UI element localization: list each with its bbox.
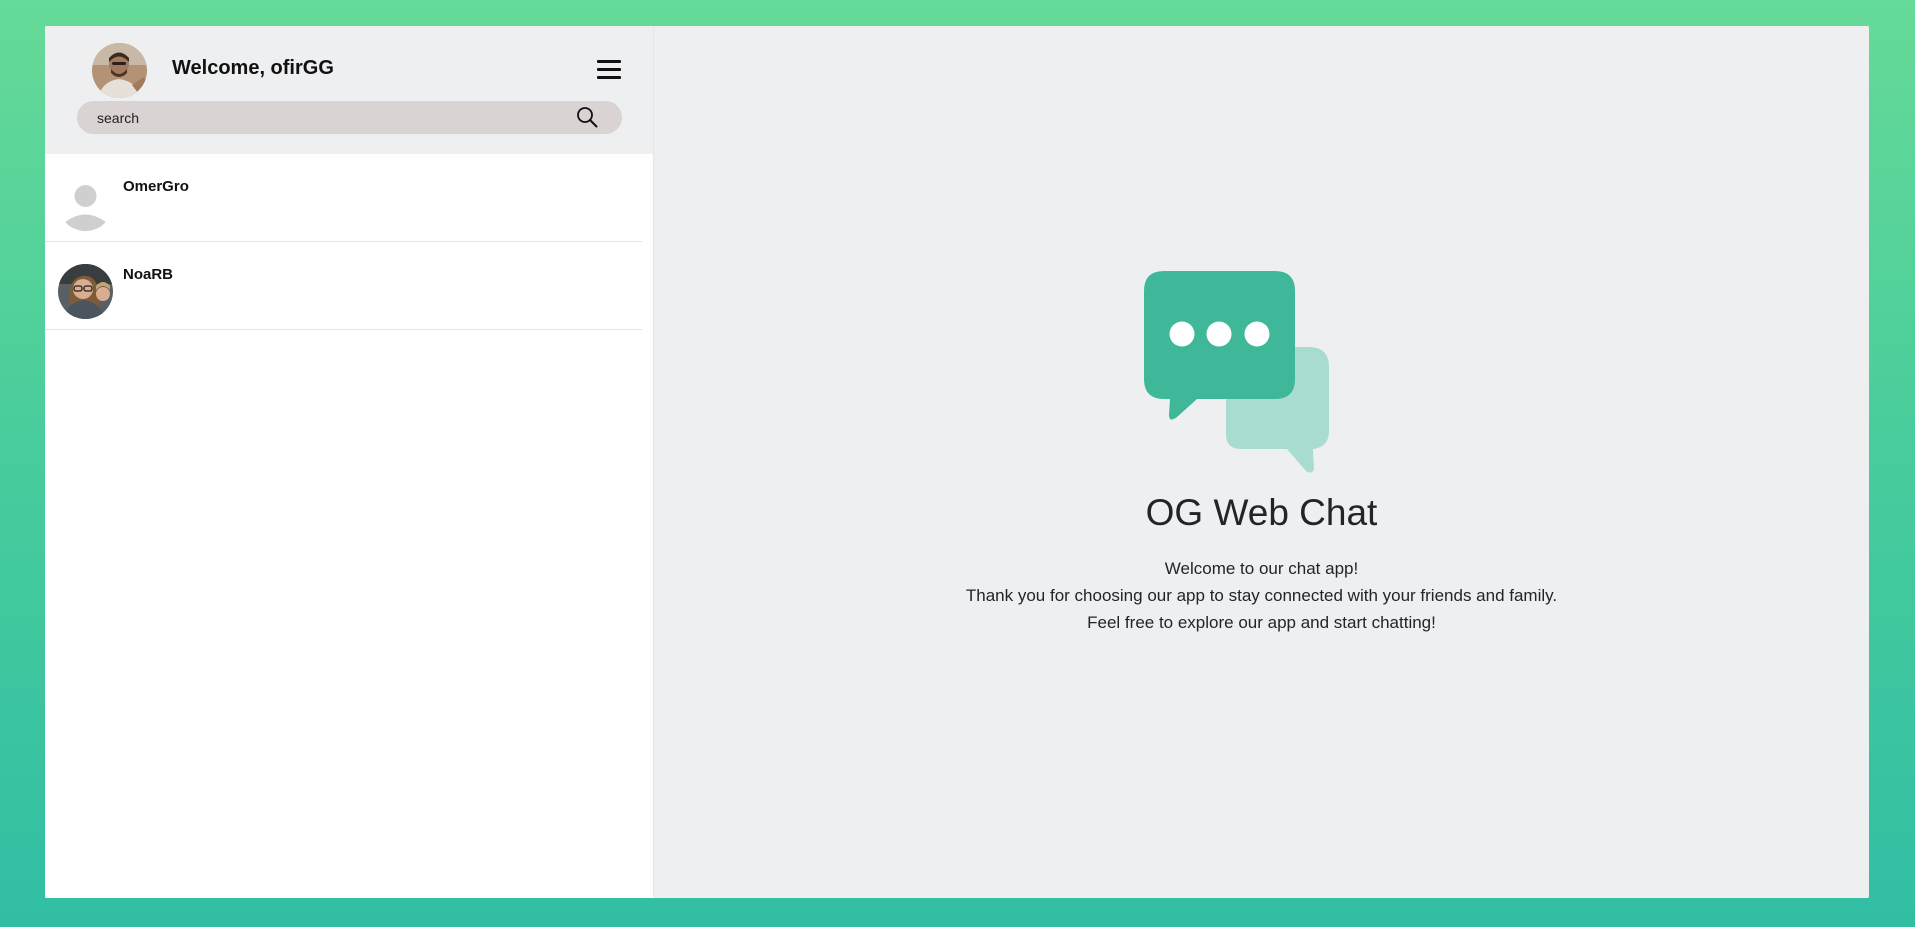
hamburger-icon[interactable] bbox=[597, 60, 621, 82]
search-icon[interactable] bbox=[576, 106, 598, 128]
app-window: Welcome, ofirGG search OmerGro NoaRB OG … bbox=[45, 26, 1869, 898]
avatar bbox=[58, 264, 113, 319]
welcome-message: Welcome to our chat app! Thank you for c… bbox=[654, 555, 1869, 636]
sidebar-header: Welcome, ofirGG bbox=[45, 26, 653, 154]
welcome-line: Feel free to explore our app and start c… bbox=[1087, 613, 1436, 632]
default-avatar-icon bbox=[58, 176, 113, 231]
search-input[interactable] bbox=[77, 101, 567, 134]
sidebar: Welcome, ofirGG search OmerGro NoaRB bbox=[45, 26, 653, 898]
welcome-line: Welcome to our chat app! bbox=[1164, 559, 1359, 578]
contact-list: OmerGro NoaRB bbox=[45, 154, 653, 898]
search-bar bbox=[77, 101, 622, 134]
welcome-title: Welcome, ofirGG bbox=[172, 57, 334, 79]
welcome-panel: OG Web Chat Welcome to our chat app! Tha… bbox=[653, 26, 1869, 898]
contact-name: NoaRB bbox=[123, 266, 174, 283]
contact-name: OmerGro bbox=[123, 178, 189, 195]
chat-bubbles-icon bbox=[1144, 271, 1329, 473]
page-title: OG Web Chat bbox=[1145, 492, 1378, 533]
welcome-line: Thank you for choosing our app to stay c… bbox=[965, 586, 1558, 605]
contact-item-noarb[interactable]: NoaRB bbox=[45, 242, 642, 330]
user-avatar[interactable] bbox=[92, 43, 147, 98]
contact-item-omergro[interactable]: OmerGro bbox=[45, 154, 642, 242]
